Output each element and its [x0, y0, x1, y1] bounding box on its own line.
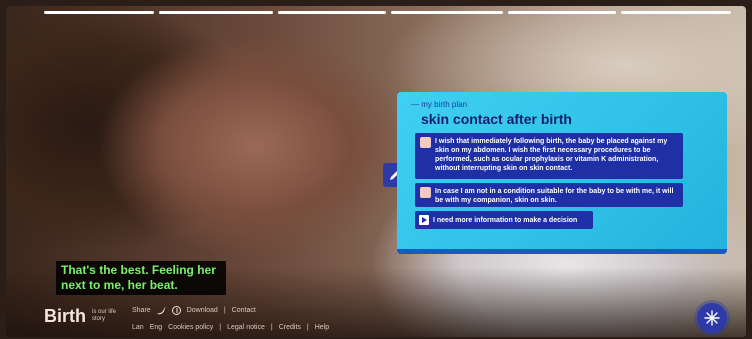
footer-link-credits[interactable]: Credits — [279, 324, 301, 331]
language-select[interactable]: Eng — [150, 324, 162, 331]
share-label: Share — [132, 307, 151, 314]
progress-segment — [621, 11, 731, 14]
progress-segment — [278, 11, 386, 14]
progress-segment — [391, 11, 503, 14]
subtitle-caption: That's the best. Feeling her next to me,… — [56, 261, 226, 295]
progress-segment — [44, 11, 154, 14]
footer-link-contact[interactable]: Contact — [232, 307, 256, 314]
snowflake-icon — [704, 310, 720, 326]
breadcrumb[interactable]: — my birth plan — [411, 100, 717, 109]
progress-segment — [508, 11, 616, 14]
footer-share-row: Share Download | Contact — [132, 306, 256, 315]
plan-option[interactable]: I wish that immediately following birth,… — [415, 133, 683, 179]
plan-option[interactable]: In case I am not in a condition suitable… — [415, 183, 683, 207]
more-info-button[interactable]: I need more information to make a decisi… — [415, 211, 593, 229]
more-info-label: I need more information to make a decisi… — [433, 216, 578, 224]
logo-tagline: is our life story — [92, 309, 117, 322]
footer-links-row: Lan Eng Cookies policy | Legal notice | … — [132, 324, 330, 331]
language-label: Lan — [132, 324, 144, 331]
footer-link-download[interactable]: Download — [187, 307, 218, 314]
twitter-icon[interactable] — [156, 306, 166, 315]
facebook-icon[interactable] — [171, 306, 181, 315]
option-checkbox[interactable] — [420, 187, 431, 198]
floating-action-button[interactable] — [697, 303, 727, 333]
panel-bottom-bar — [397, 249, 727, 254]
play-icon — [419, 215, 429, 225]
progress-segment — [159, 11, 273, 14]
footer-link-legal[interactable]: Legal notice — [227, 324, 265, 331]
option-text: In case I am not in a condition suitable… — [435, 188, 674, 204]
footer-link-cookies[interactable]: Cookies policy — [168, 324, 213, 331]
option-checkbox[interactable] — [420, 137, 431, 148]
footer-link-help[interactable]: Help — [315, 324, 329, 331]
birth-plan-panel: — my birth plan skin contact after birth… — [397, 92, 727, 254]
option-text: I wish that immediately following birth,… — [435, 138, 668, 172]
panel-title: skin contact after birth — [421, 111, 572, 127]
birth-logo[interactable]: Birth — [44, 306, 86, 327]
story-progress — [44, 11, 731, 14]
